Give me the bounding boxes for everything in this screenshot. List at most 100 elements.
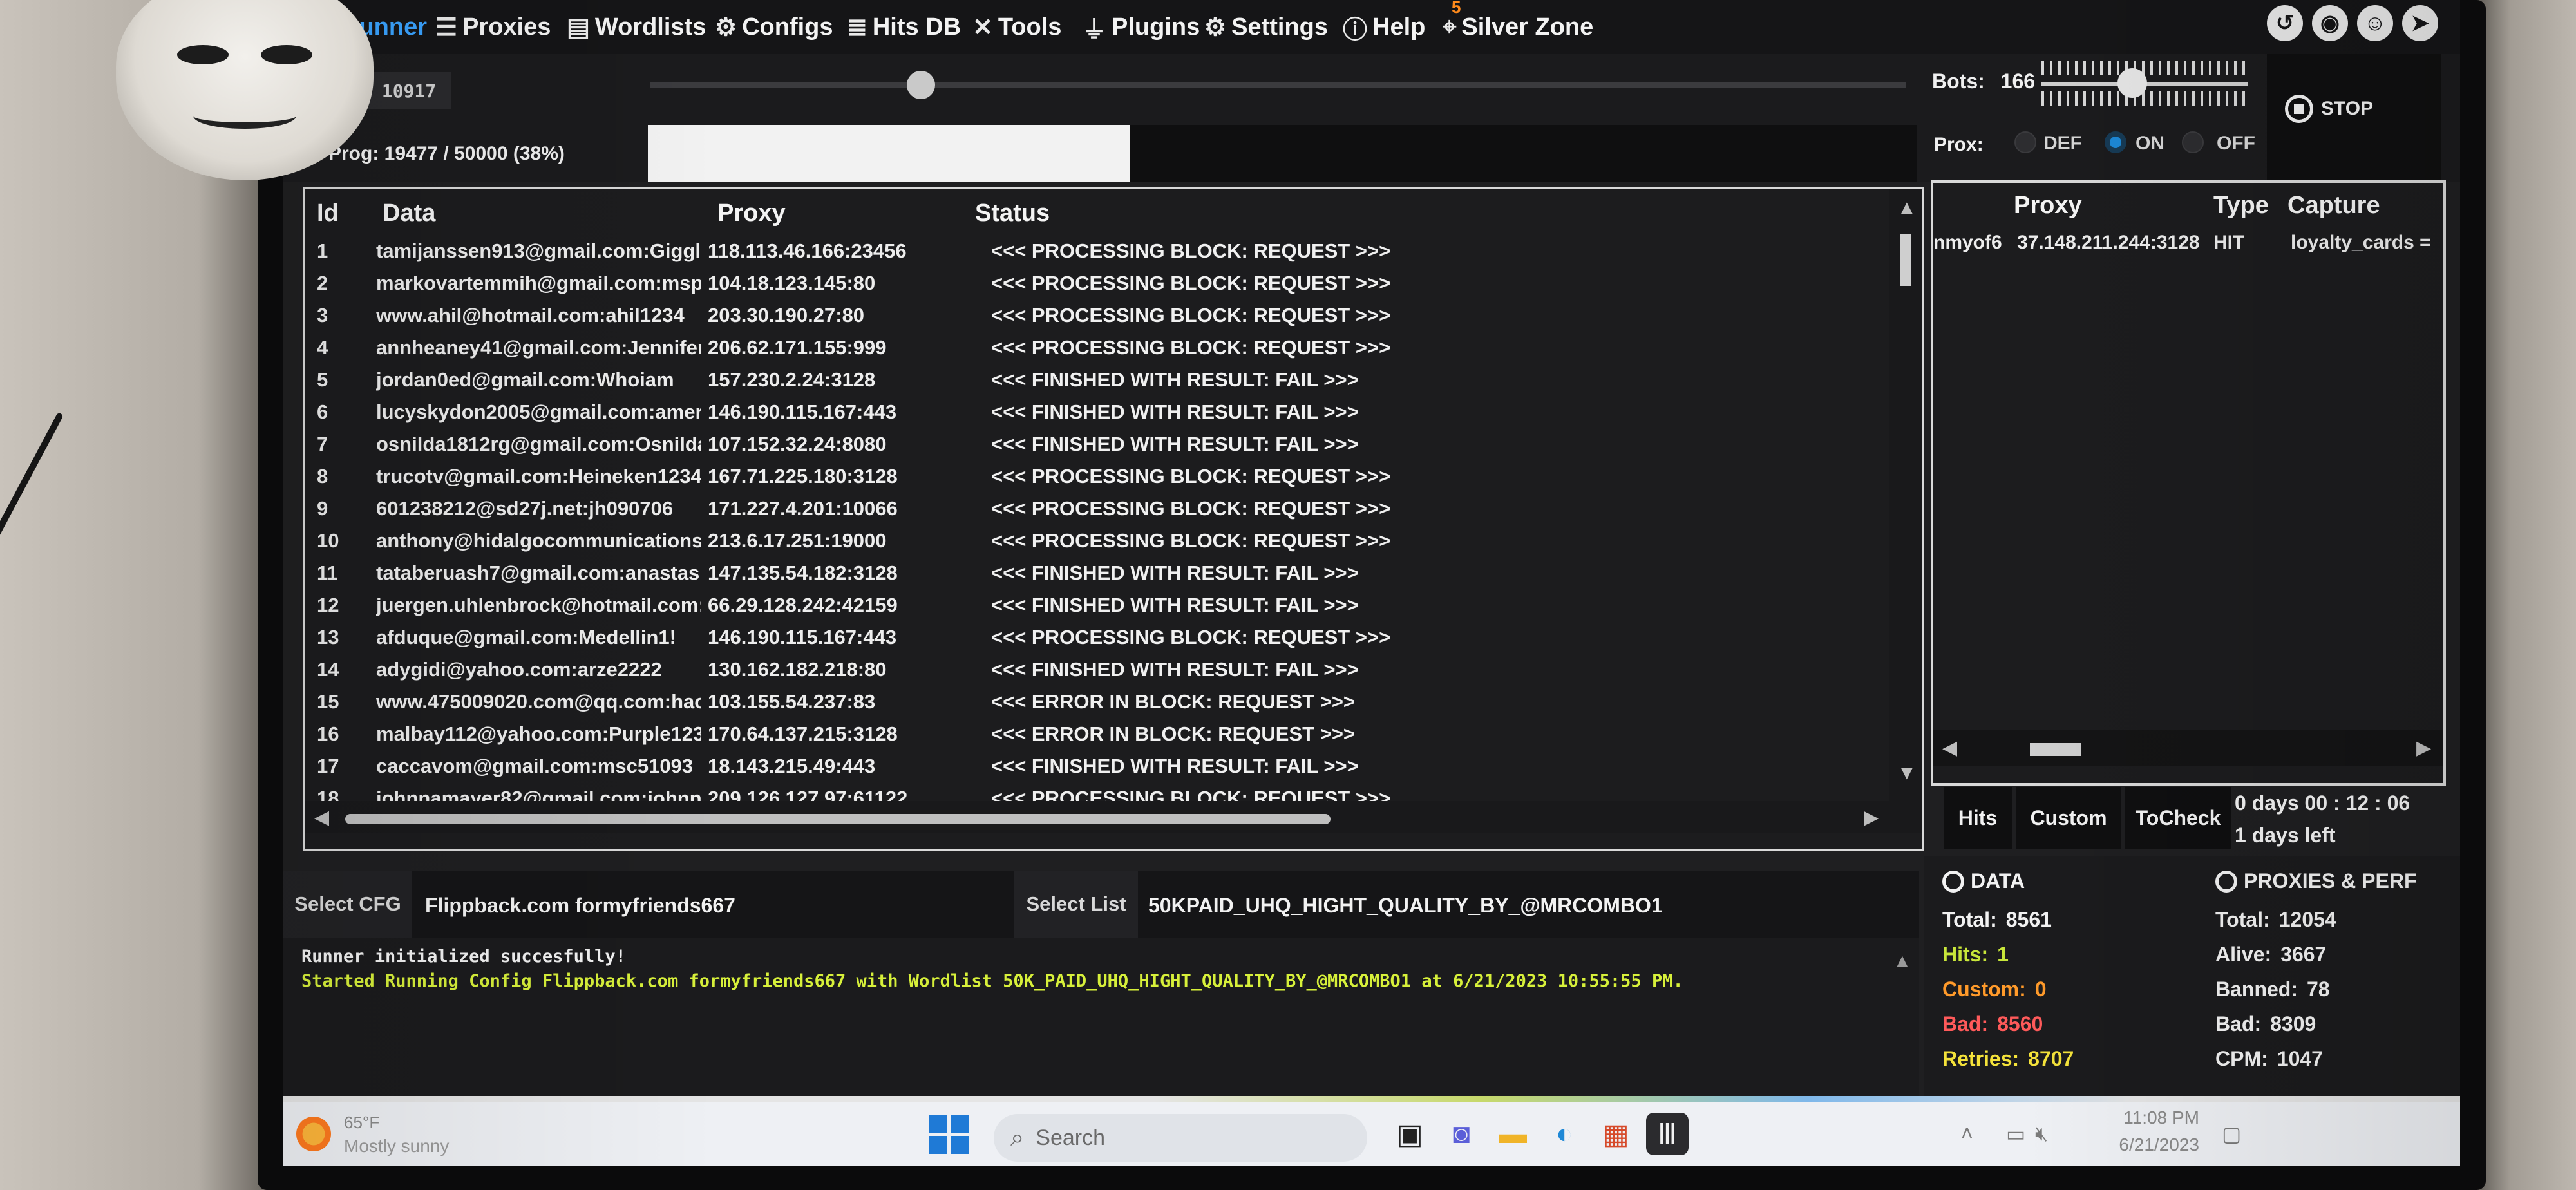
taskbar-date[interactable]: 6/21/2023 <box>2058 1135 2199 1155</box>
row-data-cell: anthony@hidalgocommunications.c <box>376 529 701 552</box>
hits-cell-proxy[interactable]: 37.148.211.244:3128 <box>2017 232 2200 254</box>
row-status-cell: <<< PROCESSING BLOCK: REQUEST >>> <box>991 304 1391 326</box>
taskbar-time[interactable]: 11:08 PM <box>2058 1108 2199 1128</box>
menu-settings[interactable]: ⚙ Settings <box>1204 9 1328 45</box>
menu-bar: Runner ☰ Proxies ▤ Wordlists ⚙ Configs ≣… <box>283 0 2460 54</box>
select-list-button[interactable]: Select List <box>1014 871 1138 938</box>
scroll-down-icon[interactable]: ▼ <box>1897 762 1917 784</box>
col-header-status[interactable]: Status <box>975 200 1050 227</box>
table-row[interactable]: 14 adygidi@yahoo.com:arze2222 130.162.182.… <box>305 654 1877 686</box>
row-data-cell: tataberuash7@gmail.com:anastasia <box>376 562 701 584</box>
table-row[interactable]: 12 juergen.uhlenbrock@hotmail.com:c 66.29.… <box>305 590 1877 622</box>
hits-horizontal-scroll-thumb[interactable] <box>2030 743 2081 756</box>
weather-sun-icon[interactable] <box>296 1117 331 1151</box>
table-row[interactable]: 13 afduque@gmail.com:Medellin1! 146.190.11… <box>305 622 1877 654</box>
table-row[interactable]: 2 markovartemmih@gmail.com:mspsi 104.18.12… <box>305 268 1877 300</box>
discord-icon[interactable]: ☺ <box>2357 5 2393 41</box>
menu-plugins[interactable]: ⏚ Plugins <box>1082 9 1200 45</box>
data-stat-value: 1 <box>1997 943 2009 966</box>
data-icon <box>1942 870 1964 892</box>
table-row[interactable]: 9 601238212@sd27j.net:jh090706 171.227.4.2… <box>305 493 1877 525</box>
menu-hits-db[interactable]: ≣ Hits DB <box>847 9 961 45</box>
hits-col-header-capture[interactable]: Capture <box>2287 192 2380 220</box>
grid-horizontal-scroll-thumb[interactable] <box>345 814 1331 824</box>
scroll-left-icon[interactable]: ◀ <box>314 806 329 829</box>
menu-proxies[interactable]: ☰ Proxies <box>435 9 551 45</box>
table-row[interactable]: 7 osnilda1812rg@gmail.com:Osnilda1 107.152… <box>305 429 1877 461</box>
menu-silver-zone[interactable]: ⌖ Silver Zone <box>1443 9 1593 45</box>
table-row[interactable]: 5 jordan0ed@gmail.com:Whoiam 157.230.2.24:… <box>305 364 1877 397</box>
tab-tocheck[interactable]: ToCheck <box>2125 787 2231 849</box>
mask-mustache <box>193 103 296 129</box>
row-id-cell: 17 <box>317 755 339 777</box>
openbullet-app-icon[interactable]: Ⅲ <box>1646 1113 1689 1155</box>
scroll-up-icon[interactable]: ▲ <box>1897 197 1917 219</box>
row-data-cell: juergen.uhlenbrock@hotmail.com:c <box>376 594 701 616</box>
table-row[interactable]: 10 anthony@hidalgocommunications.c 213.6.1… <box>305 525 1877 558</box>
row-id-cell: 6 <box>317 401 328 423</box>
hits-panel: Proxy Type Capture nmyof6 37.148.211.244… <box>1931 180 2446 786</box>
table-row[interactable]: 3 www.ahil@hotmail.com:ahil1234 203.30.190… <box>305 300 1877 332</box>
menu-tools[interactable]: ✕ Tools <box>972 9 1061 45</box>
network-icon[interactable]: ▭ <box>2006 1122 2025 1146</box>
table-row[interactable]: 17 caccavom@gmail.com:msc51093 18.143.215.… <box>305 751 1877 783</box>
table-row[interactable]: 11 tataberuash7@gmail.com:anastasia 147.13… <box>305 558 1877 590</box>
col-header-id[interactable]: Id <box>317 200 339 227</box>
table-row[interactable]: 15 www.475009020.com@qq.com:hao 103.155.54… <box>305 686 1877 719</box>
runtime-days-left: 1 days left <box>2235 824 2336 847</box>
hits-cell-capture[interactable]: loyalty_cards = <box>2291 232 2431 254</box>
taskbar-search[interactable]: ⌕ Search <box>994 1114 1367 1162</box>
telegram-icon[interactable]: ➤ <box>2402 5 2438 41</box>
hits-db-icon: ≣ <box>847 14 867 41</box>
runner-slider-track[interactable] <box>650 82 1906 88</box>
menu-help[interactable]: ⓘ Help <box>1343 9 1425 45</box>
menu-configs[interactable]: ⚙ Configs <box>715 9 833 45</box>
weather-temperature[interactable]: 65°F <box>344 1113 379 1133</box>
hits-cell-data[interactable]: nmyof6 <box>1933 232 2002 254</box>
proxy-radio-off[interactable] <box>2182 131 2204 153</box>
table-row[interactable]: 6 lucyskydon2005@gmail.com:americ 146.190.… <box>305 397 1877 429</box>
windows-start-icon[interactable] <box>927 1113 970 1155</box>
table-row[interactable]: 8 trucotv@gmail.com:Heineken1234 167.71.22… <box>305 461 1877 493</box>
table-row[interactable]: 1 tamijanssen913@gmail.com:Giggles 118.113… <box>305 236 1877 268</box>
menu-wordlists[interactable]: ▤ Wordlists <box>567 9 706 45</box>
weather-description[interactable]: Mostly sunny <box>344 1136 449 1157</box>
volume-muted-icon[interactable]: 🔇︎ <box>2035 1122 2048 1146</box>
teams-chat-icon[interactable]: ◙ <box>1440 1113 1482 1155</box>
grid-horizontal-scrollbar[interactable]: ◀ ▶ <box>305 801 1889 833</box>
scroll-right-icon[interactable]: ▶ <box>1864 806 1879 829</box>
hits-scroll-left-icon[interactable]: ◀ <box>1942 737 1957 759</box>
notifications-icon[interactable]: ▢ <box>2222 1122 2241 1146</box>
hits-scroll-right-icon[interactable]: ▶ <box>2416 737 2431 759</box>
perf-stat: Bad: 8309 <box>2215 1012 2316 1036</box>
task-view-icon[interactable]: ▣ <box>1388 1113 1431 1155</box>
hits-cell-type[interactable]: HIT <box>2213 232 2244 254</box>
camera-icon[interactable]: ◉ <box>2312 5 2348 41</box>
show-hidden-icons-chevron-icon[interactable]: ˄ <box>1961 1122 1973 1146</box>
stop-button[interactable]: STOP <box>2285 86 2414 131</box>
history-icon[interactable]: ↺ <box>2267 5 2303 41</box>
hits-col-header-proxy[interactable]: Proxy <box>2014 192 2082 220</box>
col-header-data[interactable]: Data <box>383 200 435 227</box>
hits-horizontal-scrollbar[interactable]: ◀ ▶ <box>1933 730 2443 766</box>
file-explorer-icon[interactable]: ▬ <box>1492 1113 1534 1155</box>
grid-vertical-scroll-thumb[interactable] <box>1900 234 1911 286</box>
log-scroll-up-icon[interactable]: ▲ <box>1893 950 1911 971</box>
hits-col-header-type[interactable]: Type <box>2213 192 2269 220</box>
grid-vertical-scrollbar[interactable]: ▲ ▼ <box>1889 189 1922 833</box>
table-row[interactable]: 16 malbay112@yahoo.com:Purple123! 170.64.1… <box>305 719 1877 751</box>
log-output[interactable]: Runner initialized succesfully! Started … <box>283 938 1919 1099</box>
edge-browser-icon[interactable]: ◐ <box>1543 1113 1586 1155</box>
proxy-radio-on[interactable] <box>2105 131 2126 153</box>
proxy-radio-def[interactable] <box>2014 131 2036 153</box>
col-header-proxy[interactable]: Proxy <box>717 200 786 227</box>
microsoft-store-icon[interactable]: ▦ <box>1595 1113 1637 1155</box>
tab-hits[interactable]: Hits <box>1944 787 2012 849</box>
tab-custom[interactable]: Custom <box>2016 787 2121 849</box>
table-row[interactable]: 4 annheaney41@gmail.com:Jennifer3 206.62.1… <box>305 332 1877 364</box>
runner-id-field[interactable]: 10917 <box>367 72 451 109</box>
perf-stat-label: Total: <box>2215 908 2270 931</box>
runner-slider-thumb[interactable] <box>907 71 935 99</box>
bots-slider-thumb[interactable] <box>2117 68 2147 98</box>
select-cfg-button[interactable]: Select CFG <box>283 871 412 938</box>
